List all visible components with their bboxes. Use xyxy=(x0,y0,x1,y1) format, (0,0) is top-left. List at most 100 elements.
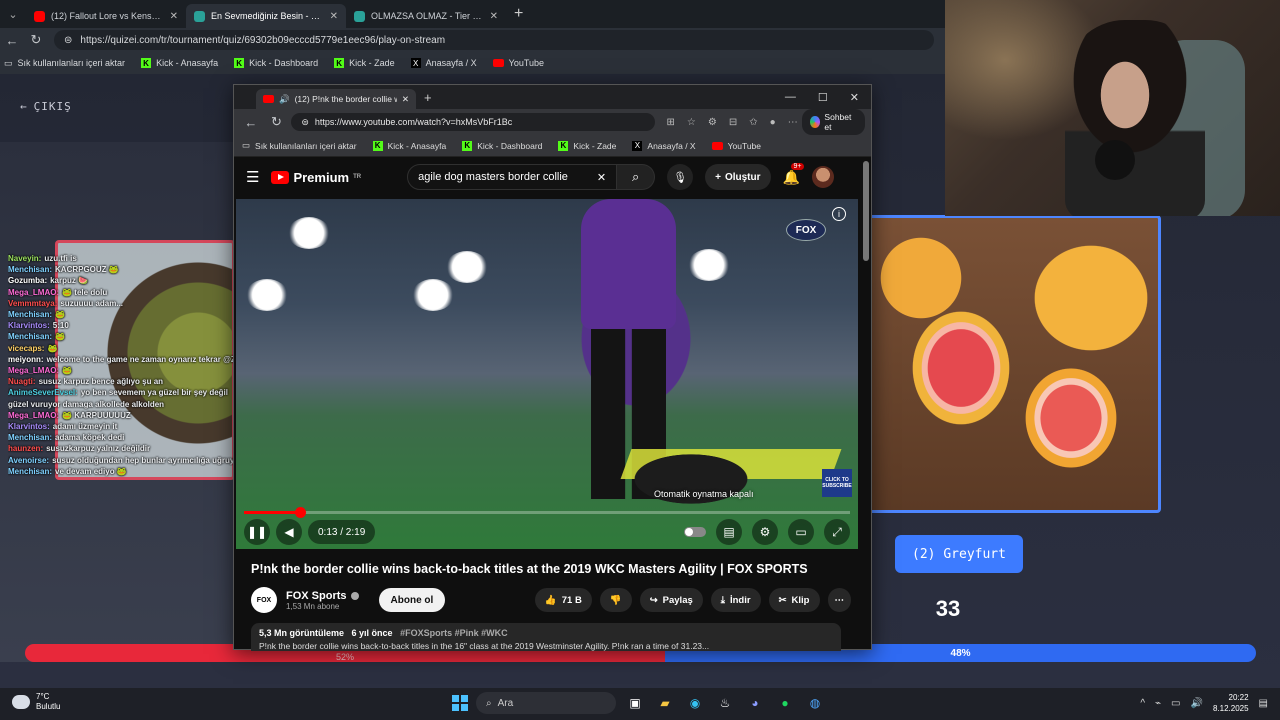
bookmark-kick-dashboard[interactable]: K Kick - Dashboard xyxy=(462,140,542,151)
bookmark-x[interactable]: X Anasayfa / X xyxy=(410,58,477,68)
profile-icon[interactable]: ● xyxy=(770,117,776,128)
chat-username[interactable]: AnimeSeverEvsel: xyxy=(8,388,78,397)
reload-icon[interactable]: ↻ xyxy=(24,32,48,48)
share-button[interactable]: ↪ Paylaş xyxy=(639,588,703,612)
close-tab-icon[interactable]: ✕ xyxy=(170,11,178,22)
tray-chevron-icon[interactable]: ^ xyxy=(1140,698,1145,709)
site-info-icon[interactable]: ⊜ xyxy=(64,35,72,46)
favorite-star-icon[interactable]: ☆ xyxy=(687,117,696,128)
favorites-icon[interactable]: ✩ xyxy=(749,117,757,128)
bookmark-x[interactable]: X Anasayfa / X xyxy=(632,140,696,151)
clear-search-icon[interactable]: ✕ xyxy=(597,171,606,184)
yt-browser-tab[interactable]: 🔊 (12) P!nk the border collie wi ✕ xyxy=(256,89,416,109)
display-icon[interactable]: ▭ xyxy=(1171,698,1180,709)
option-image-grapefruit[interactable] xyxy=(868,215,1161,513)
close-tab-icon[interactable]: ✕ xyxy=(490,11,498,22)
video-player[interactable]: FOX i CLICK TO SUBSCRIBE Otomatik oynatm… xyxy=(236,199,858,549)
app-available-icon[interactable]: ⊞ xyxy=(667,117,675,128)
info-icon[interactable]: i xyxy=(832,207,846,221)
chat-username[interactable]: Nuagti: xyxy=(8,377,36,386)
bookmark-kick-anasayfa[interactable]: K Kick - Anasayfa xyxy=(372,140,446,151)
close-tab-icon[interactable]: ✕ xyxy=(402,94,409,105)
clip-button[interactable]: ✂ Klip xyxy=(768,588,820,612)
task-view-icon[interactable]: ▣ xyxy=(624,692,646,714)
volume-button[interactable]: ◀ xyxy=(276,519,302,545)
subtitles-button[interactable]: ▤ xyxy=(716,519,742,545)
settings-button[interactable]: ⚙ xyxy=(752,519,778,545)
option-button-greyfurt[interactable]: (2) Greyfurt xyxy=(895,535,1023,573)
fullscreen-button[interactable]: ⤢ xyxy=(824,519,850,545)
site-info-icon[interactable]: ⊜ xyxy=(301,117,309,128)
chat-username[interactable]: Mega_LMAO: xyxy=(8,411,59,420)
chat-username[interactable]: Mega_LMAO: xyxy=(8,366,59,375)
chat-username[interactable]: Menchisan: xyxy=(8,467,52,476)
back-arrow-icon[interactable]: ← xyxy=(0,33,24,48)
chat-username[interactable]: Menchisan: xyxy=(8,310,52,319)
browser-tab-besin[interactable]: En Sevmediğiniz Besin - Tier List, I ✕ xyxy=(186,4,346,28)
chat-username[interactable]: Mega_LMAO: xyxy=(8,288,59,297)
split-screen-icon[interactable]: ⊟ xyxy=(729,117,737,128)
notifications-icon[interactable]: ▤ xyxy=(1259,698,1268,709)
chat-username[interactable]: Gozumba: xyxy=(8,276,47,285)
bookmark-kick-anasayfa[interactable]: K Kick - Anasayfa xyxy=(141,58,218,68)
steam-icon[interactable]: ♨ xyxy=(714,692,736,714)
search-button[interactable]: ⌕ xyxy=(617,164,656,190)
edge-browser-icon[interactable]: ◉ xyxy=(684,692,706,714)
video-progress-bar[interactable] xyxy=(244,507,850,518)
chat-username[interactable]: haunzen: xyxy=(8,444,43,453)
bookmark-youtube[interactable]: YouTube xyxy=(711,141,761,151)
progress-scrubber[interactable] xyxy=(295,507,307,518)
maximize-icon[interactable]: ☐ xyxy=(818,91,828,104)
chat-username[interactable]: Menchisan: xyxy=(8,265,52,274)
description-box[interactable]: 5,3 Mn görüntüleme 6 yıl önce #FOXSports… xyxy=(251,623,841,651)
search-input[interactable]: agile dog masters border collie ✕ xyxy=(407,164,618,190)
audio-icon[interactable]: 🔊 xyxy=(279,94,290,105)
volume-icon[interactable]: 🔊 xyxy=(1191,698,1203,709)
download-button[interactable]: ⤓ İndir xyxy=(710,588,761,612)
app-icon[interactable]: ◍ xyxy=(804,692,826,714)
bookmark-kick-zade[interactable]: K Kick - Zade xyxy=(334,58,395,68)
browser-tab-fallout[interactable]: (12) Fallout Lore vs Kenshi Lore - ✕ xyxy=(26,4,186,28)
url-field[interactable]: ⊜ https://quizei.com/tr/tournament/quiz/… xyxy=(54,30,934,50)
more-menu-icon[interactable]: ⋯ xyxy=(788,117,798,128)
like-button[interactable]: 👍 71 B xyxy=(534,588,592,612)
chat-username[interactable]: Klarvintos: xyxy=(8,321,50,330)
reload-icon[interactable]: ↻ xyxy=(266,114,288,130)
exit-button[interactable]: ← ÇIKIŞ xyxy=(20,100,72,113)
chat-username[interactable]: Menchisan: xyxy=(8,332,52,341)
chat-username[interactable]: Vemmmtaya: xyxy=(8,299,57,308)
dislike-button[interactable]: 👎 xyxy=(599,588,632,612)
chat-username[interactable]: vicecaps: xyxy=(8,344,44,353)
menu-icon[interactable]: ☰ xyxy=(246,168,259,186)
chat-username[interactable]: Naveyin: xyxy=(8,254,41,263)
chat-username[interactable]: Menchisan: xyxy=(8,433,52,442)
notifications-button[interactable]: 🔔 9+ xyxy=(783,162,805,186)
subscribe-button[interactable]: Abone ol xyxy=(378,588,446,612)
create-button[interactable]: + Oluştur xyxy=(705,164,771,190)
new-tab-icon[interactable]: + xyxy=(424,90,432,105)
bookmark-youtube[interactable]: YouTube xyxy=(492,58,544,68)
bookmark-import[interactable]: ▭ Sık kullanılanları içeri aktar xyxy=(242,140,357,151)
close-tab-icon[interactable]: ✕ xyxy=(330,11,338,22)
bookmark-kick-zade[interactable]: K Kick - Zade xyxy=(558,140,616,151)
bookmark-kick-dashboard[interactable]: K Kick - Dashboard xyxy=(234,58,318,68)
avatar[interactable] xyxy=(811,166,834,188)
voice-search-button[interactable]: 🎙 xyxy=(667,164,694,190)
copilot-chat-button[interactable]: Sohbet et xyxy=(801,109,865,135)
minimize-icon[interactable]: — xyxy=(785,91,796,104)
spotify-icon[interactable]: ● xyxy=(774,692,796,714)
chat-username[interactable]: Avenoirse: xyxy=(8,456,49,465)
taskbar-search[interactable]: ⌕ Ara xyxy=(476,692,616,714)
windows-start-icon[interactable] xyxy=(452,695,468,711)
weather-widget[interactable]: 7°C Bulutlu xyxy=(12,692,60,712)
file-explorer-icon[interactable]: ▰ xyxy=(654,692,676,714)
pause-button[interactable]: ❚❚ xyxy=(244,519,270,545)
page-scrollbar[interactable] xyxy=(863,161,869,261)
theater-mode-button[interactable]: ▭ xyxy=(788,519,814,545)
bookmark-import[interactable]: ▭ Sık kullanılanları içeri aktar xyxy=(4,58,125,69)
click-to-subscribe-badge[interactable]: CLICK TO SUBSCRIBE xyxy=(822,469,852,497)
close-window-icon[interactable]: ✕ xyxy=(850,91,859,104)
network-icon[interactable]: ⌁ xyxy=(1155,698,1161,709)
hashtags[interactable]: #FOXSports #Pink #WKC xyxy=(400,628,508,638)
tab-list-chevron-icon[interactable]: ⌄ xyxy=(0,8,26,21)
